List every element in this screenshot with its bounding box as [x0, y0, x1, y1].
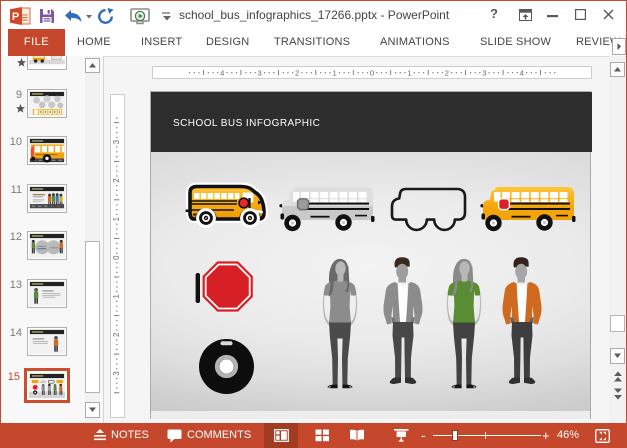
svg-text:2: 2: [112, 178, 121, 182]
svg-text:3: 3: [112, 371, 121, 375]
svg-text:4: 4: [220, 68, 225, 77]
svg-text:2: 2: [112, 333, 121, 337]
svg-text:0: 0: [370, 68, 374, 77]
svg-text:2: 2: [445, 68, 449, 77]
svg-text:3: 3: [258, 68, 262, 77]
svg-text:1: 1: [332, 68, 336, 77]
svg-text:3: 3: [482, 68, 486, 77]
svg-text:4: 4: [520, 68, 525, 77]
svg-text:P: P: [12, 11, 19, 23]
svg-text:1: 1: [112, 294, 121, 298]
svg-text:2: 2: [295, 68, 299, 77]
svg-text:1: 1: [407, 68, 411, 77]
svg-text:0: 0: [112, 255, 121, 260]
svg-text:3: 3: [112, 140, 121, 144]
svg-text:1: 1: [112, 217, 121, 221]
